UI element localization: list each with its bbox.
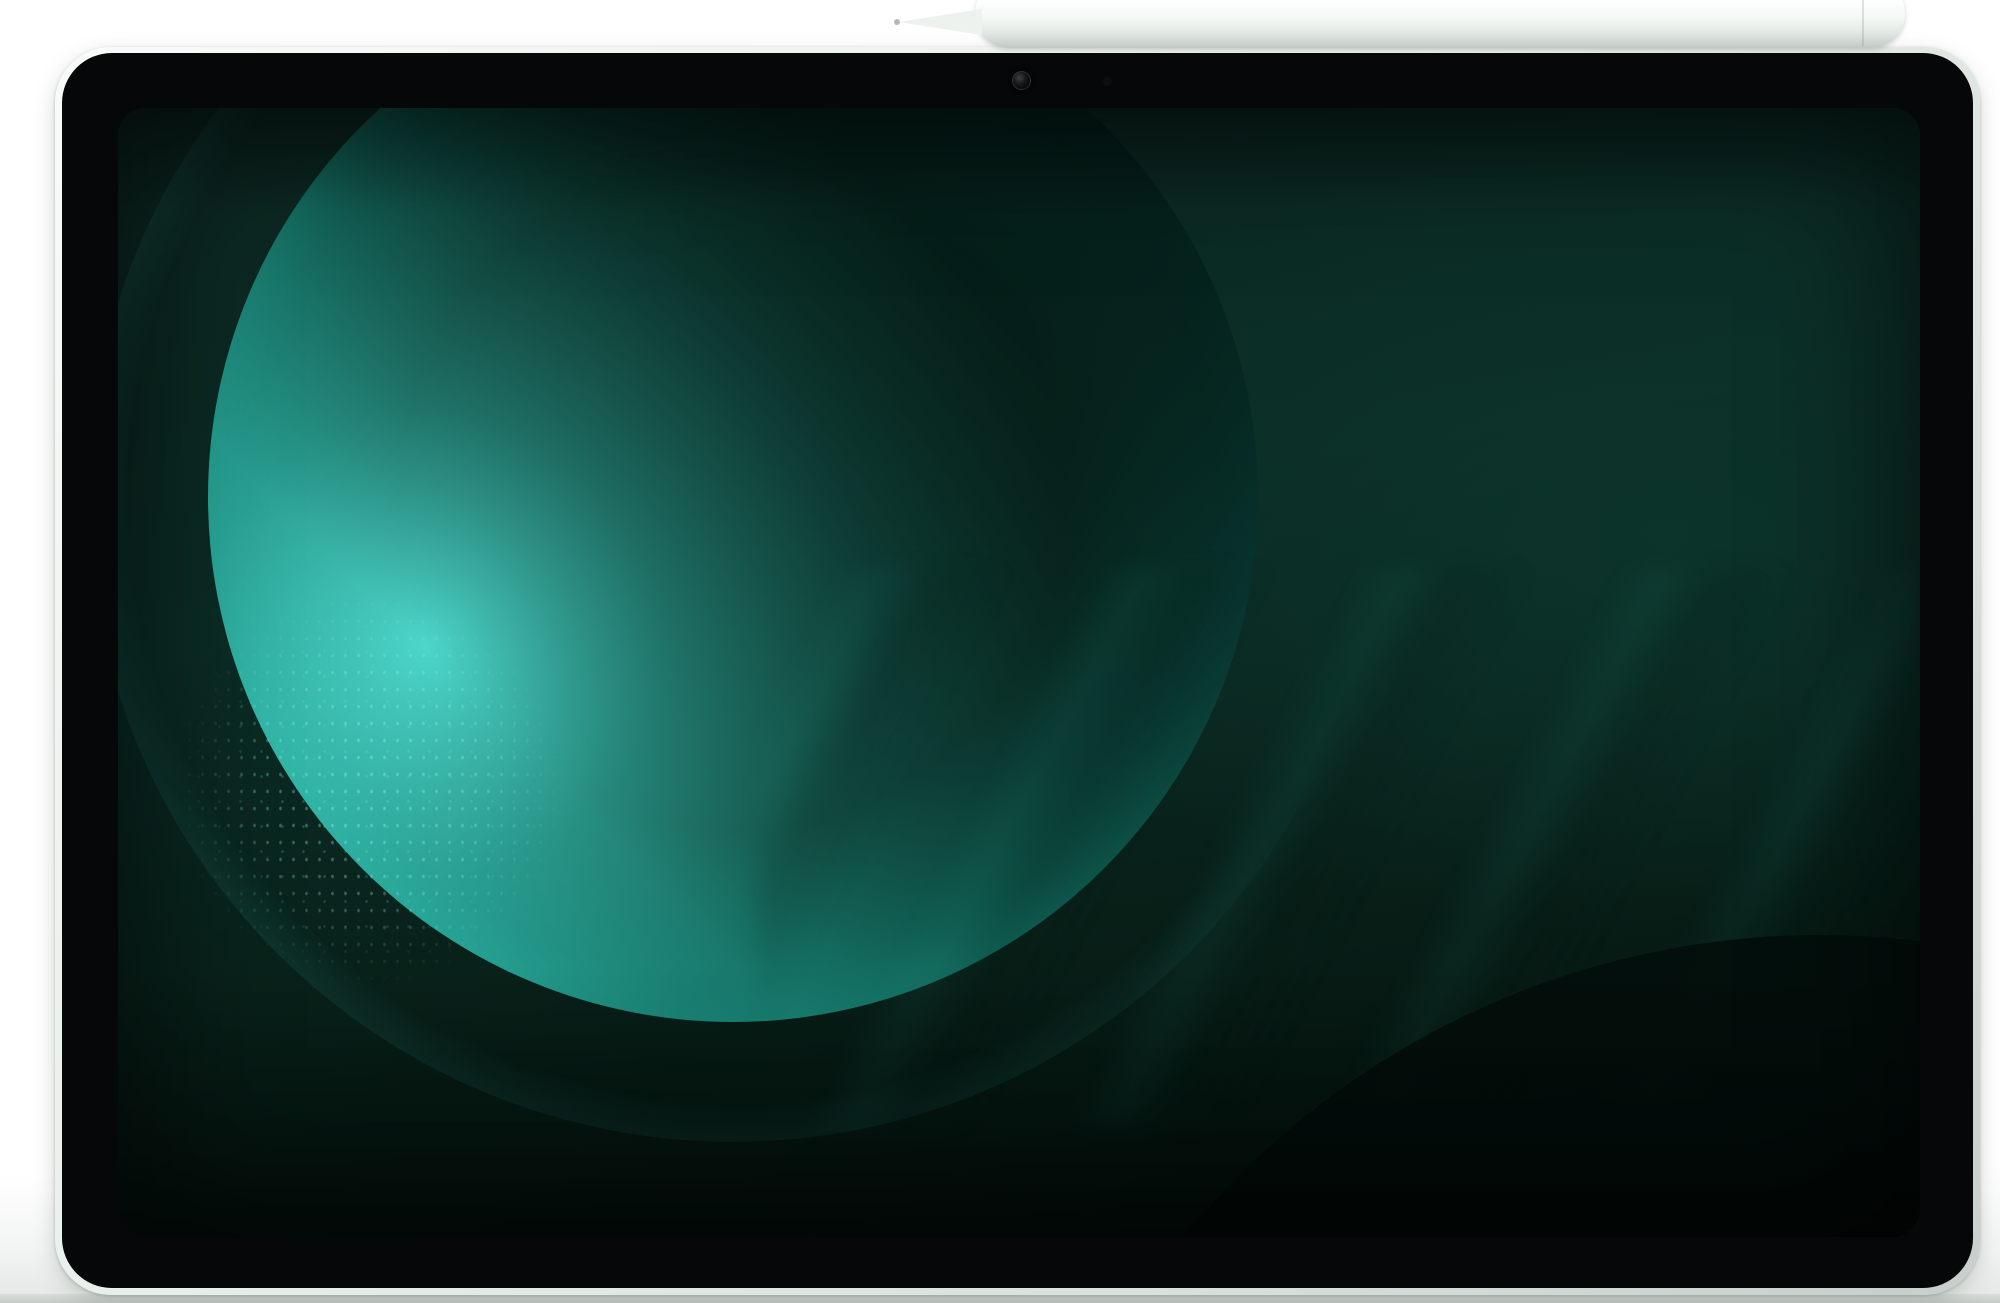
- photo-background: [0, 0, 2000, 1303]
- stylus-seam: [1862, 0, 1864, 46]
- stylus-tip: [898, 9, 982, 35]
- stylus-tip-point: [894, 19, 900, 25]
- screen-vignette: [118, 108, 1920, 1237]
- stylus: [975, 0, 1905, 48]
- front-camera-dot: [1012, 71, 1031, 90]
- ambient-sensor-dot: [1103, 77, 1112, 86]
- tablet-screen: [118, 108, 1920, 1237]
- tablet-device: [55, 47, 1980, 1295]
- floor-strip: [0, 1294, 2000, 1303]
